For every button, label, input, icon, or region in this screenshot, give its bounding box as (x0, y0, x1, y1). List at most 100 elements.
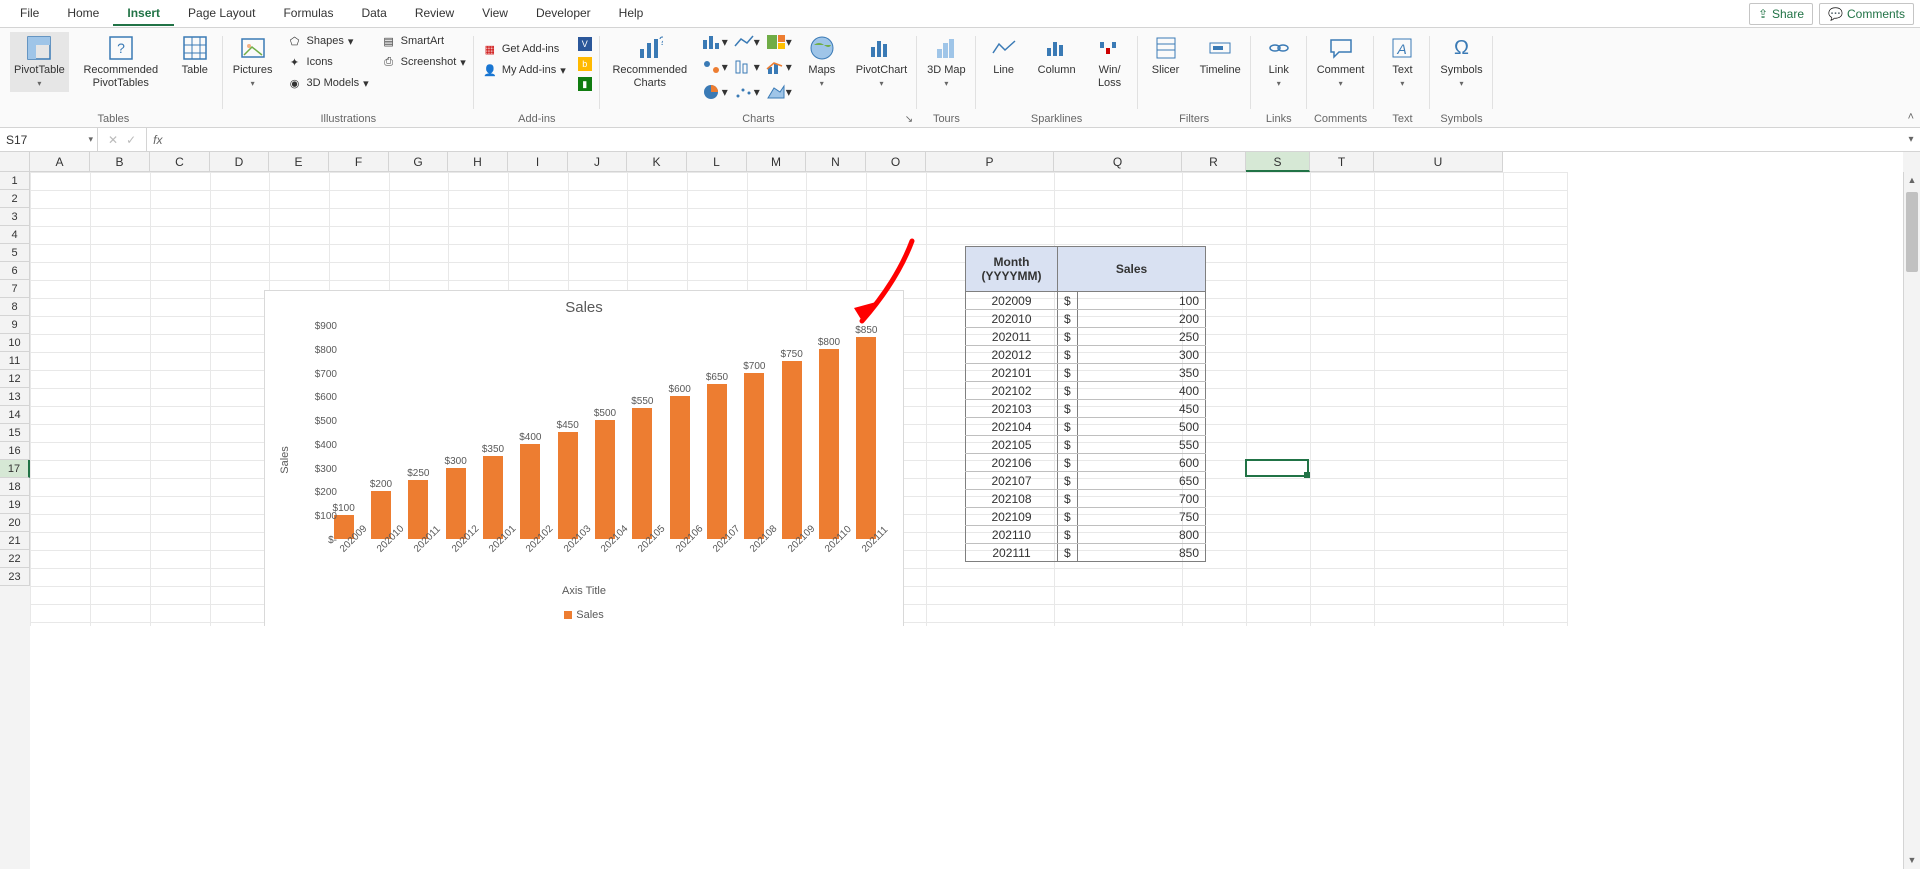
column-header-Q[interactable]: Q (1054, 152, 1182, 172)
table-row[interactable]: 202102$400 (966, 382, 1206, 400)
menu-tab-developer[interactable]: Developer (522, 2, 605, 26)
column-header-N[interactable]: N (806, 152, 866, 172)
timeline-button[interactable]: Timeline (1196, 32, 1245, 79)
column-header-R[interactable]: R (1182, 152, 1246, 172)
menu-tab-data[interactable]: Data (347, 2, 400, 26)
column-header-G[interactable]: G (389, 152, 448, 172)
column-header-C[interactable]: C (150, 152, 210, 172)
grid-area[interactable]: SalesSales$-$100$200$300$400$500$600$700… (30, 172, 1903, 626)
column-header-E[interactable]: E (269, 152, 329, 172)
formula-input[interactable] (168, 128, 1902, 151)
3d-models-button[interactable]: ◉3D Models▾ (285, 74, 371, 92)
table-row[interactable]: 202110$800 (966, 526, 1206, 544)
table-row[interactable]: 202111$850 (966, 544, 1206, 562)
row-header-18[interactable]: 18 (0, 478, 30, 496)
table-row[interactable]: 202106$600 (966, 454, 1206, 472)
surface-chart-button[interactable]: ▾ (766, 82, 792, 102)
column-header-L[interactable]: L (687, 152, 747, 172)
row-header-5[interactable]: 5 (0, 244, 30, 262)
row-header-1[interactable]: 1 (0, 172, 30, 190)
table-row[interactable]: 202012$300 (966, 346, 1206, 364)
line-chart-button[interactable]: ▾ (734, 32, 760, 52)
column-header-J[interactable]: J (568, 152, 627, 172)
row-header-12[interactable]: 12 (0, 370, 30, 388)
scroll-thumb[interactable] (1906, 192, 1918, 272)
addin-visio-button[interactable]: V (576, 36, 594, 52)
column-header-M[interactable]: M (747, 152, 806, 172)
column-header-T[interactable]: T (1310, 152, 1374, 172)
addin-bing-button[interactable]: b (576, 56, 594, 72)
vertical-scrollbar[interactable]: ▲ ▼ (1903, 172, 1920, 869)
column-header-F[interactable]: F (329, 152, 389, 172)
table-row[interactable]: 202104$500 (966, 418, 1206, 436)
pie-chart-button[interactable]: ▾ (702, 82, 728, 102)
row-header-16[interactable]: 16 (0, 442, 30, 460)
name-box[interactable]: S17 ▾ (0, 128, 98, 151)
column-header-P[interactable]: P (926, 152, 1054, 172)
row-header-2[interactable]: 2 (0, 190, 30, 208)
scroll-down-button[interactable]: ▼ (1904, 852, 1920, 869)
column-chart-button[interactable]: ▾ (702, 32, 728, 52)
recommended-pivottables-button[interactable]: ? Recommended PivotTables (77, 32, 165, 92)
slicer-button[interactable]: Slicer (1144, 32, 1188, 79)
column-header-H[interactable]: H (448, 152, 508, 172)
data-table[interactable]: Month (YYYYMM)Sales202009$100202010$2002… (965, 246, 1206, 562)
menu-tab-formulas[interactable]: Formulas (269, 2, 347, 26)
symbols-button[interactable]: ΩSymbols▾ (1436, 32, 1486, 92)
screenshot-button[interactable]: ⎙Screenshot▾ (379, 53, 468, 71)
menu-tab-page-layout[interactable]: Page Layout (174, 2, 269, 26)
row-header-17[interactable]: 17 (0, 460, 30, 478)
column-header-A[interactable]: A (30, 152, 90, 172)
row-header-4[interactable]: 4 (0, 226, 30, 244)
comments-button[interactable]: 💬 Comments (1819, 3, 1914, 25)
pivotchart-button[interactable]: PivotChart▾ (852, 32, 911, 92)
row-header-15[interactable]: 15 (0, 424, 30, 442)
table-row[interactable]: 202108$700 (966, 490, 1206, 508)
text-button[interactable]: AText▾ (1380, 32, 1424, 92)
comment-button[interactable]: Comment▾ (1313, 32, 1369, 92)
my-addins-button[interactable]: 👤My Add-ins▾ (480, 61, 568, 79)
column-header-S[interactable]: S (1246, 152, 1310, 172)
row-header-14[interactable]: 14 (0, 406, 30, 424)
row-header-3[interactable]: 3 (0, 208, 30, 226)
expand-formula-bar-button[interactable]: ▾ (1902, 134, 1920, 145)
table-row[interactable]: 202107$650 (966, 472, 1206, 490)
addin-people-button[interactable]: ▮ (576, 76, 594, 92)
row-header-11[interactable]: 11 (0, 352, 30, 370)
enter-formula-icon[interactable]: ✓ (126, 133, 136, 147)
combo-chart-button[interactable]: ▾ (766, 57, 792, 77)
maps-button[interactable]: Maps▾ (800, 32, 844, 92)
row-header-20[interactable]: 20 (0, 514, 30, 532)
table-button[interactable]: Table (173, 32, 217, 79)
row-header-6[interactable]: 6 (0, 262, 30, 280)
icons-button[interactable]: ✦Icons (285, 53, 371, 71)
charts-dialog-launcher[interactable]: ↘ (905, 114, 913, 125)
row-header-10[interactable]: 10 (0, 334, 30, 352)
menu-tab-review[interactable]: Review (401, 2, 468, 26)
row-header-9[interactable]: 9 (0, 316, 30, 334)
pivottable-button[interactable]: PivotTable ▾ (10, 32, 69, 92)
recommended-charts-button[interactable]: ? Recommended Charts (606, 32, 694, 92)
table-row[interactable]: 202109$750 (966, 508, 1206, 526)
table-row[interactable]: 202103$450 (966, 400, 1206, 418)
menu-tab-insert[interactable]: Insert (113, 2, 174, 26)
hierarchy-chart-button[interactable]: ▾ (702, 57, 728, 77)
table-row[interactable]: 202101$350 (966, 364, 1206, 382)
table-row[interactable]: 202011$250 (966, 328, 1206, 346)
sparkline-line-button[interactable]: Line (982, 32, 1026, 79)
link-button[interactable]: Link▾ (1257, 32, 1301, 92)
fill-handle[interactable] (1304, 472, 1310, 478)
3d-map-button[interactable]: 3D Map▾ (923, 32, 970, 92)
row-header-23[interactable]: 23 (0, 568, 30, 586)
column-header-U[interactable]: U (1374, 152, 1503, 172)
menu-tab-file[interactable]: File (6, 2, 53, 26)
table-row[interactable]: 202105$550 (966, 436, 1206, 454)
row-header-7[interactable]: 7 (0, 280, 30, 298)
row-header-8[interactable]: 8 (0, 298, 30, 316)
select-all-corner[interactable] (0, 152, 30, 172)
column-header-D[interactable]: D (210, 152, 269, 172)
pictures-button[interactable]: Pictures ▾ (229, 32, 277, 92)
get-addins-button[interactable]: ▦Get Add-ins (480, 40, 568, 58)
smartart-button[interactable]: ▤SmartArt (379, 32, 468, 50)
column-header-B[interactable]: B (90, 152, 150, 172)
